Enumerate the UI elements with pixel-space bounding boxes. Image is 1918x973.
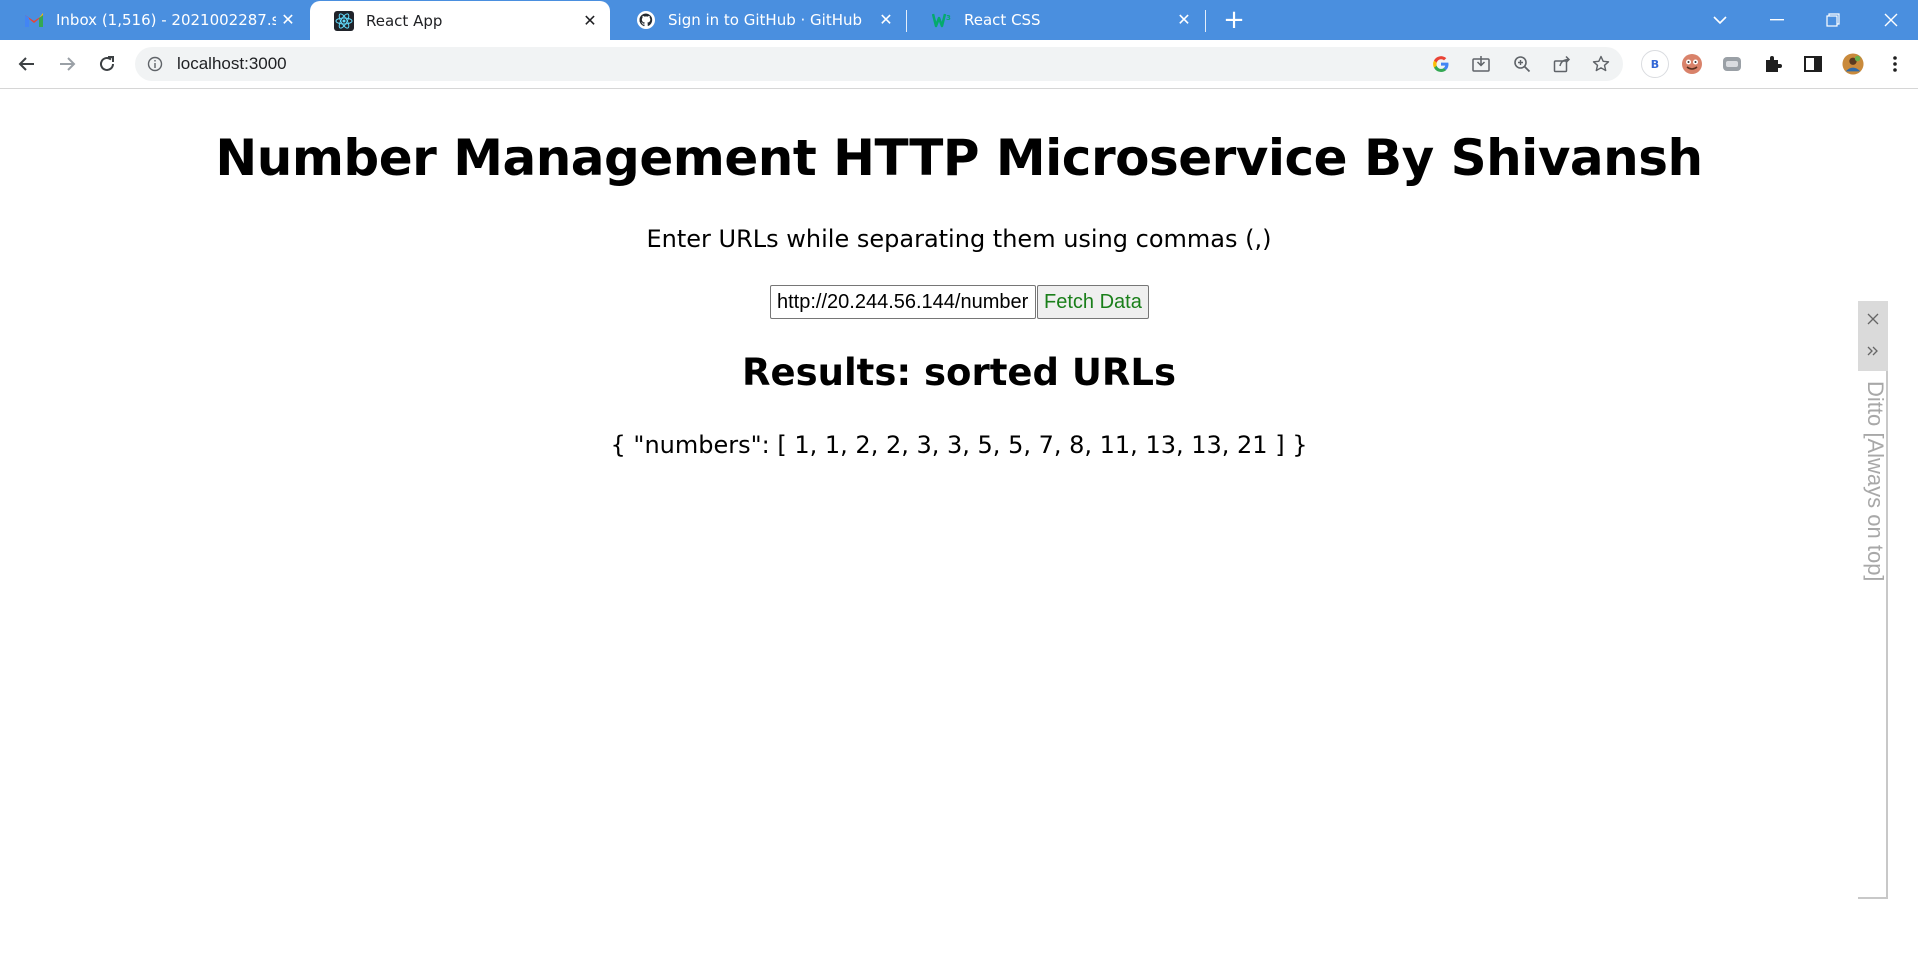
tab-separator (906, 10, 907, 32)
github-icon (636, 10, 656, 30)
share-icon[interactable] (1553, 55, 1571, 73)
ditto-panel: Ditto [Always on top] (1858, 371, 1888, 899)
tab-title: React CSS (964, 11, 1041, 29)
ditto-controls (1858, 301, 1888, 371)
page-content: Number Management HTTP Microservice By S… (0, 89, 1918, 973)
extension-b-icon[interactable]: B (1641, 50, 1669, 78)
back-arrow-icon[interactable] (13, 50, 41, 78)
address-bar[interactable]: localhost:3000 (135, 47, 1623, 81)
tab-github[interactable]: Sign in to GitHub · GitHub ✕ (612, 0, 906, 40)
ditto-label: Ditto [Always on top] (1863, 381, 1888, 582)
close-window-icon[interactable] (1866, 0, 1916, 40)
ditto-sidebar[interactable]: Ditto [Always on top] (1858, 301, 1888, 899)
browser-menu-icon[interactable] (1884, 53, 1906, 75)
side-panel-icon[interactable] (1802, 53, 1824, 75)
results-output: { "numbers": [ 1, 1, 2, 2, 3, 3, 5, 5, 7… (610, 431, 1308, 459)
close-tab-icon[interactable]: ✕ (1176, 12, 1192, 28)
react-icon (334, 10, 354, 31)
w3schools-icon: 3 (932, 10, 952, 30)
close-tab-icon[interactable]: ✕ (878, 12, 894, 28)
urls-input[interactable] (770, 285, 1036, 319)
tab-react-css[interactable]: 3 React CSS ✕ (908, 0, 1204, 40)
extension-face-icon[interactable] (1681, 53, 1703, 75)
page-title: Number Management HTTP Microservice By S… (215, 129, 1703, 187)
extension-grey-icon[interactable] (1721, 53, 1743, 75)
tab-search-icon[interactable] (1695, 0, 1745, 40)
tab-title: Inbox (1,516) - 2021002287.shiva (56, 11, 276, 29)
forward-arrow-icon[interactable] (53, 50, 81, 78)
gmail-icon (24, 10, 44, 30)
url-text: localhost:3000 (177, 54, 287, 73)
tab-title: Sign in to GitHub · GitHub (668, 11, 863, 29)
zoom-icon[interactable] (1513, 55, 1531, 73)
google-icon[interactable] (1432, 55, 1450, 73)
extension-b-label: B (1641, 50, 1669, 78)
profile-avatar[interactable] (1842, 53, 1864, 75)
minimize-window-icon[interactable] (1752, 0, 1802, 40)
install-app-icon[interactable] (1472, 55, 1490, 73)
svg-text:3: 3 (946, 14, 951, 22)
browser-toolbar: localhost:3000 B (0, 40, 1918, 89)
ditto-expand-icon[interactable] (1865, 343, 1881, 359)
bookmark-star-icon[interactable] (1592, 55, 1610, 73)
extensions-puzzle-icon[interactable] (1762, 53, 1784, 75)
restore-window-icon[interactable] (1808, 0, 1858, 40)
close-tab-icon[interactable]: ✕ (280, 12, 296, 28)
ditto-close-icon[interactable] (1865, 311, 1881, 327)
url-form: Fetch Data (770, 285, 1149, 319)
tab-separator (1205, 10, 1206, 32)
tab-strip: Inbox (1,516) - 2021002287.shiva ✕ React… (0, 0, 1918, 40)
close-tab-icon[interactable]: ✕ (582, 13, 598, 29)
new-tab-button[interactable]: + (1220, 5, 1248, 35)
reload-icon[interactable] (93, 50, 121, 78)
results-heading: Results: sorted URLs (742, 351, 1176, 394)
fetch-data-button[interactable]: Fetch Data (1037, 285, 1149, 319)
tab-react-app[interactable]: React App ✕ (310, 1, 610, 40)
tab-title: React App (366, 11, 443, 30)
instruction-text: Enter URLs while separating them using c… (646, 225, 1272, 253)
site-info-icon[interactable] (147, 56, 163, 76)
tab-gmail[interactable]: Inbox (1,516) - 2021002287.shiva ✕ (0, 0, 308, 40)
